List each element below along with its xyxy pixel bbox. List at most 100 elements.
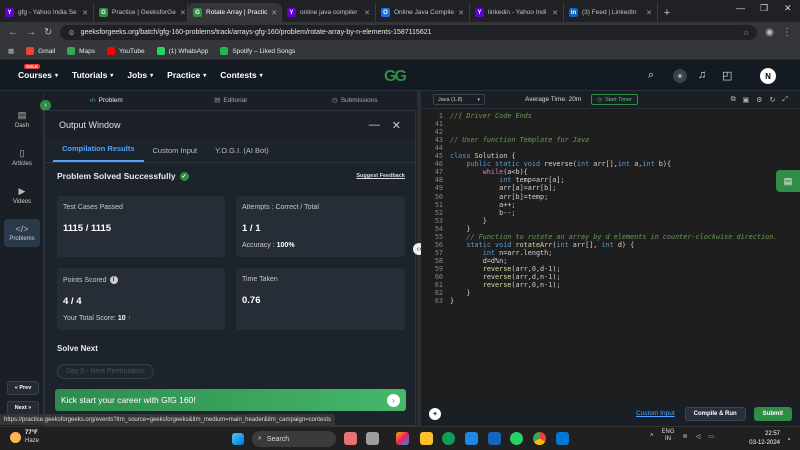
bookmark-item[interactable]: Maps xyxy=(67,47,95,55)
next-button[interactable]: Next » xyxy=(7,401,39,415)
code-line[interactable]: arr[b]=temp; xyxy=(450,193,548,201)
store-icon[interactable] xyxy=(465,432,478,445)
code-line[interactable]: d=d%n; xyxy=(450,257,508,265)
file-explorer-icon[interactable] xyxy=(420,432,433,445)
bookmark-item[interactable]: Spotify – Liked Songs xyxy=(220,47,295,55)
browser-tab[interactable]: in (3) Feed | LinkedIn ✕ xyxy=(564,3,658,22)
fullscreen-icon[interactable]: ⤢ xyxy=(782,96,788,104)
lightbulb-icon[interactable]: ✦ xyxy=(429,407,441,420)
close-tab-icon[interactable]: ✕ xyxy=(552,9,558,17)
close-tab-icon[interactable]: ✕ xyxy=(82,9,88,17)
tab-submissions[interactable]: ◷ Submissions xyxy=(293,96,417,105)
browser-tab[interactable]: Ygfg - Yahoo India Se ✕ xyxy=(0,3,94,22)
tab-editorial[interactable]: ▤ Editorial xyxy=(168,96,292,105)
nav-menu-practice[interactable]: Practice ▾ xyxy=(167,70,206,80)
gfg160-banner[interactable]: Kick start your career with GfG 160! › xyxy=(55,389,406,411)
profile-icon[interactable]: ◉ xyxy=(765,27,774,38)
suggest-feedback-link[interactable]: Suggest Feedback xyxy=(356,173,405,179)
minimize-panel-icon[interactable]: — xyxy=(369,119,380,132)
back-icon[interactable]: ← xyxy=(8,27,18,38)
browser-menu-icon[interactable]: ⋮ xyxy=(782,27,792,38)
battery-icon[interactable]: ▭ xyxy=(708,433,714,440)
avatar[interactable]: N xyxy=(760,68,776,84)
code-editor[interactable]: 1 //{ Driver Code Ends 41 42 43 // User funct… xyxy=(421,109,800,401)
sidebar-item-dash[interactable]: ▤ Dash xyxy=(4,105,40,133)
language-indicator[interactable]: ENG IN xyxy=(662,429,675,443)
close-tab-icon[interactable]: ✕ xyxy=(180,9,186,17)
chevron-up-icon[interactable]: ˄ xyxy=(650,433,654,439)
info-icon[interactable]: i xyxy=(109,276,118,284)
code-line[interactable]: class Solution { xyxy=(450,152,515,160)
close-tab-icon[interactable]: ✕ xyxy=(458,9,464,17)
notifications-icon[interactable]: ◔ xyxy=(786,435,791,444)
settings-icon[interactable]: ⚙ xyxy=(756,96,762,104)
chat-icon[interactable]: ▤ xyxy=(776,170,800,192)
code-line[interactable]: a++; xyxy=(450,201,515,209)
browser-tab[interactable]: O Online Java Compile ✕ xyxy=(376,3,470,22)
gfg-logo[interactable]: GG xyxy=(384,68,407,86)
new-tab-icon[interactable]: + xyxy=(658,3,676,22)
compile-run-button[interactable]: Compile & Run xyxy=(684,406,746,421)
code-line[interactable]: while(a<b){ xyxy=(450,168,528,176)
dell-icon[interactable] xyxy=(488,432,501,445)
code-line[interactable]: reverse(arr,0,n-1); xyxy=(450,281,561,289)
bookmark-item[interactable]: YouTube xyxy=(107,47,145,55)
clock[interactable]: 22:57 03-12-2024 xyxy=(742,430,780,448)
code-line[interactable]: //{ Driver Code Ends xyxy=(450,112,532,120)
url-input[interactable]: ⚙ geeksforgeeks.org/batch/gfg-160-proble… xyxy=(60,25,758,40)
code-line[interactable]: reverse(arr,d,n-1); xyxy=(450,273,561,281)
chrome-icon[interactable] xyxy=(533,432,546,445)
tab-compilation-results[interactable]: Compilation Results xyxy=(53,144,144,162)
windows-start-icon[interactable] xyxy=(232,433,244,445)
close-panel-icon[interactable]: ✕ xyxy=(392,119,401,132)
widgets-icon[interactable] xyxy=(344,432,357,445)
bookmark-item[interactable]: (1) WhatsApp xyxy=(156,47,208,55)
maximize-icon[interactable]: ❐ xyxy=(760,3,768,14)
code-line[interactable]: arr[a]=arr[b]; xyxy=(450,184,556,192)
bookmark-icon[interactable]: ▣ xyxy=(743,96,750,104)
browser-tab[interactable]: Ylinkedin - Yahoo Indi ✕ xyxy=(470,3,564,22)
submit-button[interactable]: Submit xyxy=(753,406,792,421)
code-line[interactable]: // Function to rotate an array by d elem… xyxy=(450,233,777,241)
weather-widget[interactable]: 77°F Haze xyxy=(10,429,39,445)
reload-icon[interactable]: ↻ xyxy=(44,27,52,38)
minimize-icon[interactable]: — xyxy=(736,3,745,13)
browser-tab[interactable]: G Rotate Array | Practic ✕ xyxy=(188,3,282,22)
nav-menu-jobs[interactable]: Jobs ▾ xyxy=(127,70,153,80)
code-line[interactable]: static void rotateArr(int arr[], int d) … xyxy=(450,241,634,249)
wifi-icon[interactable]: ≋ xyxy=(683,433,688,440)
theme-toggle-icon[interactable]: ☀ xyxy=(673,69,687,83)
notification-bell-icon[interactable]: ♫ xyxy=(698,69,706,81)
bookmark-star-icon[interactable]: ☆ xyxy=(743,29,749,37)
sidebar-item-videos[interactable]: ▶ Videos xyxy=(4,181,40,209)
code-line[interactable]: } xyxy=(450,217,487,225)
refresh-icon[interactable]: ↻ xyxy=(770,96,776,104)
next-problem-link[interactable]: Day 5 - Next Permutation xyxy=(57,364,154,379)
apps-icon[interactable]: ▦ xyxy=(8,47,14,55)
forward-icon[interactable]: → xyxy=(26,27,36,38)
nav-menu-courses[interactable]: SALE Courses ▾ xyxy=(18,64,58,80)
code-line[interactable]: public static void reverse(int arr[],int… xyxy=(450,160,671,168)
code-line[interactable]: } xyxy=(450,225,470,233)
language-select[interactable]: Java (1.8) ▾ xyxy=(433,94,485,105)
code-line[interactable]: int n=arr.length; xyxy=(450,249,553,257)
edge-icon[interactable] xyxy=(442,432,455,445)
taskbar-search[interactable]: ⌕ Search xyxy=(252,431,336,447)
code-line[interactable]: int temp=arr[a]; xyxy=(450,176,564,184)
close-tab-icon[interactable]: ✕ xyxy=(364,9,370,17)
nav-menu-tutorials[interactable]: Tutorials ▾ xyxy=(72,70,113,80)
tab-problem[interactable]: ‹/› Problem xyxy=(44,97,168,104)
close-tab-icon[interactable]: ✕ xyxy=(646,9,652,17)
code-line[interactable]: // User function Template for Java xyxy=(450,136,589,144)
custom-input-link[interactable]: Custom Input xyxy=(636,410,675,417)
task-view-icon[interactable] xyxy=(366,432,379,445)
vscode-icon[interactable] xyxy=(556,432,569,445)
bookmark-item[interactable]: Gmail xyxy=(26,47,55,55)
prev-button[interactable]: « Prev xyxy=(7,381,39,395)
close-tab-icon[interactable]: ✕ xyxy=(271,9,277,17)
sidebar-item-problems[interactable]: </> Problems xyxy=(4,219,40,247)
whatsapp-icon[interactable] xyxy=(510,432,523,445)
browser-tab[interactable]: Yonline java compiler ✕ xyxy=(282,3,376,22)
tab-custom-input[interactable]: Custom Input xyxy=(144,146,207,162)
start-timer-button[interactable]: ◷ Start Timer xyxy=(591,94,638,105)
